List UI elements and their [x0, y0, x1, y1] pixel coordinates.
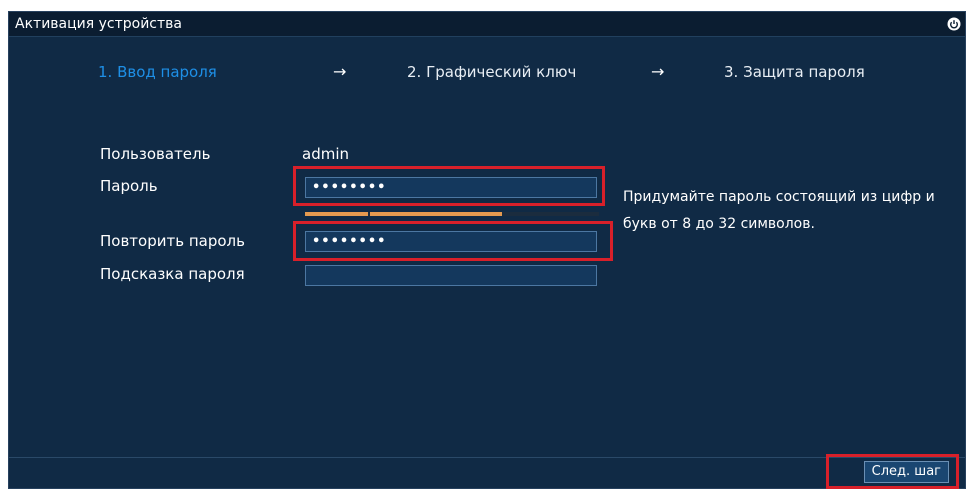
next-step-button[interactable]: След. шаг	[863, 461, 949, 483]
step-2-pattern-key: 2. Графический ключ	[407, 63, 577, 81]
password-strength-fill	[305, 212, 502, 216]
password-hint-field[interactable]	[305, 265, 597, 286]
password-hint-label: Подсказка пароля	[100, 265, 245, 283]
password-requirements-hint: Придумайте пароль состоящий из цифр и бу…	[623, 189, 935, 232]
step-1-password-entry: 1. Ввод пароля	[98, 63, 217, 81]
step-3-password-protection: 3. Защита пароля	[724, 63, 865, 81]
step-arrow: →	[651, 62, 665, 81]
user-label: Пользователь	[100, 145, 211, 163]
window-title: Активация устройства	[15, 16, 182, 32]
activation-window: Активация устройства 1. Ввод пароля → 2.…	[8, 11, 966, 489]
password-field[interactable]	[305, 177, 597, 198]
title-bar: Активация устройства	[9, 12, 965, 37]
user-value: admin	[302, 145, 349, 163]
repeat-password-label: Повторить пароль	[100, 232, 245, 250]
password-strength-bar	[305, 212, 599, 216]
power-icon[interactable]	[947, 17, 961, 31]
footer-bar: След. шаг	[9, 457, 965, 488]
password-label: Пароль	[100, 177, 158, 195]
repeat-password-field[interactable]	[305, 231, 597, 252]
step-arrow: →	[333, 62, 347, 81]
